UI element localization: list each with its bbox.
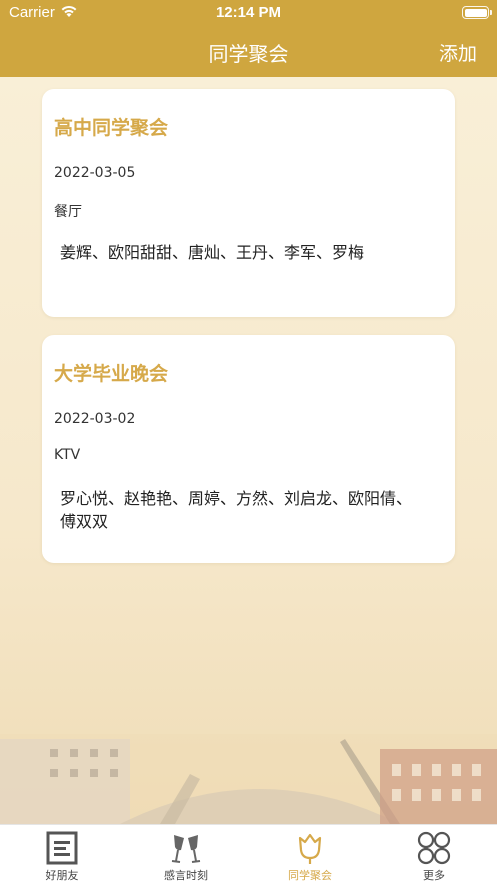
tulip-icon (298, 833, 322, 864)
tab-label: 感言时刻 (164, 869, 208, 882)
clock: 12:14 PM (215, 4, 282, 21)
tab-label: 更多 (423, 869, 445, 882)
battery-icon (462, 6, 492, 19)
tab-friends[interactable]: 好朋友 (0, 825, 124, 883)
tab-reunion[interactable]: 同学聚会 (248, 825, 372, 883)
tab-more[interactable]: 更多 (372, 825, 496, 883)
champagne-glasses-icon (171, 835, 201, 863)
gathering-card[interactable]: 大学毕业晚会 2022-03-02 KTV 罗心悦、赵艳艳、周婷、方然、刘启龙、… (42, 335, 455, 563)
gathering-title: 高中同学聚会 (54, 117, 169, 139)
gathering-list[interactable]: 高中同学聚会 2022-03-05 餐厅 姜辉、欧阳甜甜、唐灿、王丹、李军、罗梅… (0, 77, 497, 824)
gathering-date: 2022-03-02 (54, 411, 136, 427)
gathering-card[interactable]: 高中同学聚会 2022-03-05 餐厅 姜辉、欧阳甜甜、唐灿、王丹、李军、罗梅 (42, 89, 455, 317)
gathering-title: 大学毕业晚会 (54, 363, 169, 385)
four-circles-icon (417, 831, 451, 865)
tab-bar: 好朋友 感言时刻 同学聚会 更多 (0, 824, 497, 883)
add-button[interactable]: 添加 (439, 39, 477, 66)
campus-scenery-image (0, 734, 497, 824)
gathering-place: KTV (54, 447, 81, 463)
document-icon (46, 831, 78, 865)
status-bar: Carrier 12:14 PM (0, 0, 497, 26)
tab-label: 同学聚会 (288, 869, 332, 882)
gathering-participants: 罗心悦、赵艳艳、周婷、方然、刘启龙、欧阳倩、傅双双 (60, 489, 413, 531)
navigation-bar: 同学聚会 添加 (0, 26, 497, 77)
gathering-place: 餐厅 (54, 204, 82, 220)
tab-testimonials[interactable]: 感言时刻 (124, 825, 248, 883)
gathering-date: 2022-03-05 (54, 165, 136, 181)
gathering-participants: 姜辉、欧阳甜甜、唐灿、王丹、李军、罗梅 (60, 243, 365, 262)
tab-label: 好朋友 (45, 869, 79, 882)
page-title: 同学聚会 (208, 42, 289, 66)
